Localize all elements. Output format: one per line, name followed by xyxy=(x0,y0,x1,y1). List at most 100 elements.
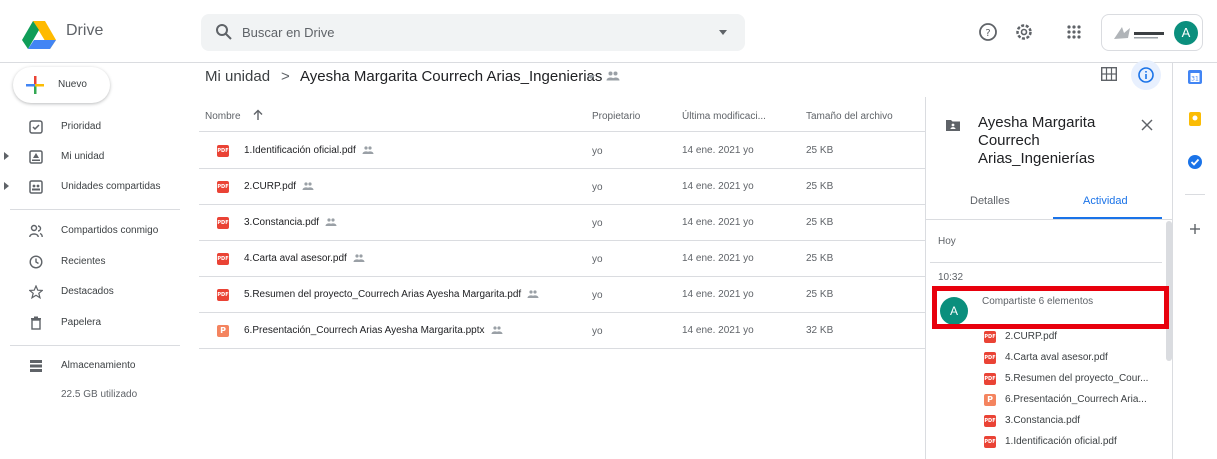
storage-usage-text: 22.5 GB utilizado xyxy=(61,389,138,400)
pptx-file-icon: P xyxy=(217,325,229,337)
sidebar-item-priority[interactable]: Prioridad xyxy=(0,116,180,138)
keep-icon[interactable] xyxy=(1187,111,1203,127)
file-size: 25 KB xyxy=(806,217,834,228)
column-header-modified[interactable]: Última modificaci... xyxy=(682,111,766,122)
tasks-icon[interactable] xyxy=(1187,154,1203,170)
sidebar-item-label: Mi unidad xyxy=(61,151,105,162)
search-icon[interactable] xyxy=(215,23,233,41)
breadcrumb-root[interactable]: Mi unidad xyxy=(205,68,270,85)
column-header-size[interactable]: Tamaño del archivo xyxy=(806,111,893,122)
shared-people-icon xyxy=(491,326,503,335)
account-avatar[interactable]: A xyxy=(1174,21,1198,45)
settings-gear-icon[interactable] xyxy=(1014,22,1034,42)
file-modified: 14 ene. 2021 yo xyxy=(682,181,754,192)
activity-file-item[interactable]: PDF 2.CURP.pdf xyxy=(984,327,1164,347)
file-name: 1.Identificación oficial.pdf xyxy=(244,145,356,156)
top-bar: Drive Buscar en Drive ? A xyxy=(0,0,1217,63)
pdf-file-icon: PDF xyxy=(984,373,996,385)
file-modified: 14 ene. 2021 yo xyxy=(682,145,754,156)
details-panel: Ayesha Margarita Courrech Arias_Ingenier… xyxy=(925,97,1173,459)
table-row[interactable]: PDF 3.Constancia.pdf yo 14 ene. 2021 yo … xyxy=(199,205,925,241)
pdf-file-icon: PDF xyxy=(984,331,996,343)
file-modified: 14 ene. 2021 yo xyxy=(682,253,754,264)
info-icon xyxy=(1138,67,1154,83)
sidebar-item-starred[interactable]: Destacados xyxy=(0,281,180,303)
file-size: 25 KB xyxy=(806,289,834,300)
activity-file-item[interactable]: PDF 5.Resumen del proyecto_Cour... xyxy=(984,369,1164,389)
sidebar-item-recent[interactable]: Recientes xyxy=(0,251,180,273)
details-toggle-button[interactable] xyxy=(1131,60,1161,90)
search-bar[interactable]: Buscar en Drive xyxy=(201,14,745,51)
file-size: 25 KB xyxy=(806,253,834,264)
activity-file-name: 1.Identificación oficial.pdf xyxy=(1005,436,1117,447)
file-modified: 14 ene. 2021 yo xyxy=(682,217,754,228)
table-row[interactable]: PDF 4.Carta aval asesor.pdf yo 14 ene. 2… xyxy=(199,241,925,277)
add-addon-plus-icon[interactable] xyxy=(1187,221,1203,237)
column-header-name[interactable]: Nombre xyxy=(205,111,241,122)
sidebar-item-label: Prioridad xyxy=(61,121,102,132)
search-options-icon[interactable] xyxy=(719,30,727,35)
activity-file-item[interactable]: PDF 3.Constancia.pdf xyxy=(984,411,1164,431)
table-row[interactable]: P 6.Presentación_Courrech Arias Ayesha M… xyxy=(199,313,925,349)
sidebar-item-label: Recientes xyxy=(61,256,106,267)
details-title: Ayesha Margarita Courrech Arias_Ingenier… xyxy=(978,114,1096,167)
table-row[interactable]: PDF 5.Resumen del proyecto_Courrech Aria… xyxy=(199,277,925,313)
pdf-file-icon: PDF xyxy=(217,181,229,193)
activity-day-label: Hoy xyxy=(938,236,956,247)
shared-with-me-icon xyxy=(29,224,43,238)
activity-file-name: 4.Carta aval asesor.pdf xyxy=(1005,352,1108,363)
trash-icon xyxy=(31,316,41,330)
file-name: 5.Resumen del proyecto_Courrech Arias Ay… xyxy=(244,289,522,300)
activity-file-name: 3.Constancia.pdf xyxy=(1005,415,1081,426)
highlight-box xyxy=(932,286,1169,329)
file-name: 6.Presentación_Courrech Arias Ayesha Mar… xyxy=(244,325,485,336)
file-name: 3.Constancia.pdf xyxy=(244,217,320,228)
breadcrumb-current-folder[interactable]: Ayesha Margarita Courrech Arias_Ingenier… xyxy=(300,68,602,85)
sidebar-item-storage[interactable]: Almacenamiento xyxy=(0,355,180,377)
new-button[interactable]: Nuevo xyxy=(13,67,110,103)
pdf-file-icon: PDF xyxy=(217,289,229,301)
drive-logo-icon[interactable] xyxy=(22,20,56,50)
pdf-file-icon: PDF xyxy=(984,436,996,448)
sidebar-divider xyxy=(10,209,180,210)
file-owner: yo xyxy=(592,326,603,337)
pdf-file-icon: PDF xyxy=(217,217,229,229)
close-icon[interactable] xyxy=(1141,119,1153,131)
folder-menu-caret-icon[interactable] xyxy=(587,75,595,79)
grid-view-icon[interactable] xyxy=(1101,67,1117,81)
shared-people-icon xyxy=(353,254,365,263)
sidebar-item-label: Destacados xyxy=(61,286,114,297)
file-name: 4.Carta aval asesor.pdf xyxy=(244,253,347,264)
help-icon[interactable]: ? xyxy=(978,22,998,42)
expand-arrow-icon[interactable] xyxy=(4,182,9,190)
table-row[interactable]: PDF 2.CURP.pdf yo 14 ene. 2021 yo 25 KB xyxy=(199,169,925,205)
calendar-icon[interactable]: 31 xyxy=(1187,69,1203,85)
pptx-file-icon: P xyxy=(984,394,996,406)
activity-file-item[interactable]: PDF 4.Carta aval asesor.pdf xyxy=(984,348,1164,368)
sidebar-item-shared-with-me[interactable]: Compartidos conmigo xyxy=(0,220,180,242)
tab-activity[interactable]: Actividad xyxy=(1083,195,1128,207)
tab-details[interactable]: Detalles xyxy=(970,195,1010,207)
sidebar-item-trash[interactable]: Papelera xyxy=(0,312,180,334)
table-row[interactable]: PDF 1.Identificación oficial.pdf yo 14 e… xyxy=(199,133,925,169)
sidebar-item-label: Almacenamiento xyxy=(61,360,136,371)
sort-ascending-icon[interactable] xyxy=(252,109,264,121)
expand-arrow-icon[interactable] xyxy=(4,152,9,160)
pdf-file-icon: PDF xyxy=(217,145,229,157)
plus-icon xyxy=(26,76,44,94)
file-owner: yo xyxy=(592,290,603,301)
sidebar-item-label: Compartidos conmigo xyxy=(61,225,159,236)
sidebar-item-my-drive[interactable]: Mi unidad xyxy=(0,146,180,168)
file-size: 25 KB xyxy=(806,145,834,156)
sidebar-item-label: Unidades compartidas xyxy=(61,181,161,192)
clock-icon xyxy=(29,255,43,269)
svg-text:?: ? xyxy=(985,28,990,39)
activity-file-item[interactable]: P 6.Presentación_Courrech Aria... xyxy=(984,390,1164,410)
storage-icon xyxy=(30,360,42,372)
column-header-owner[interactable]: Propietario xyxy=(592,111,640,122)
activity-file-item[interactable]: PDF 1.Identificación oficial.pdf xyxy=(984,432,1164,452)
activity-time-label: 10:32 xyxy=(938,272,964,283)
sidebar-item-shared-drives[interactable]: Unidades compartidas xyxy=(0,176,180,198)
search-input[interactable]: Buscar en Drive xyxy=(242,25,334,40)
apps-grid-icon[interactable] xyxy=(1064,22,1084,42)
